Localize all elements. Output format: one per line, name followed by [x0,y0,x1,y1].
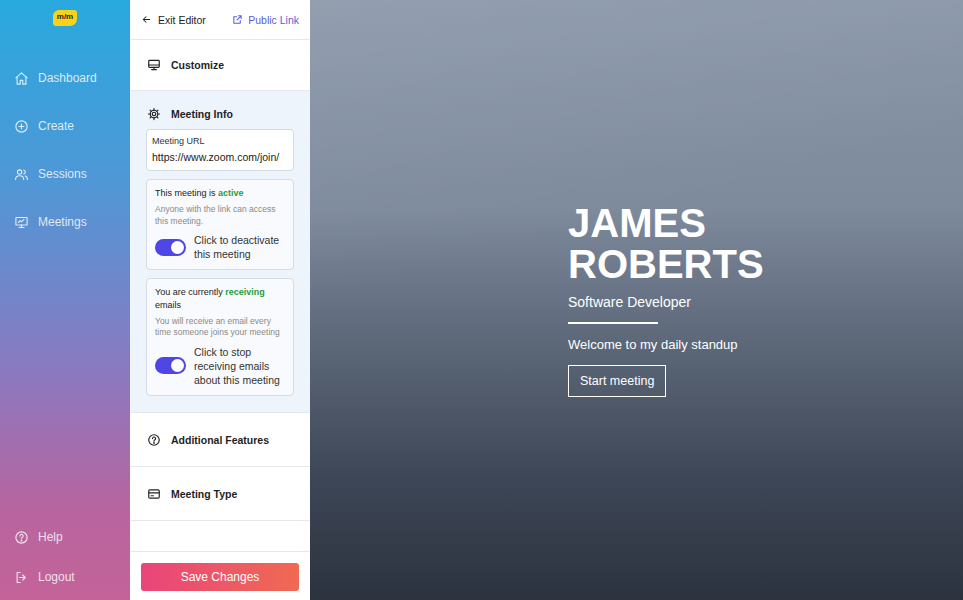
monitor-icon [147,58,161,72]
question-icon [147,433,161,447]
status-prefix: This meeting is [155,188,216,198]
section-header[interactable]: Meeting Info [130,91,310,127]
nav-label: Dashboard [38,71,97,85]
status-suffix: emails [155,300,181,310]
toggle-row: Click to stop receiving emails about thi… [155,345,285,388]
external-link-icon [232,14,243,25]
section-header[interactable]: Customize [130,40,310,90]
status-description: Anyone with the link can access this mee… [155,204,285,227]
host-title: Software Developer [568,294,691,310]
nav-footer: Help Logout [0,517,130,597]
editor-section: Customize [130,40,310,91]
gear-icon [147,107,161,121]
status-word: active [218,188,244,198]
field-value: https://www.zoom.com/join/ [152,151,288,163]
editor-panel: Exit Editor Public Link Customize Meetin… [130,0,310,600]
divider [568,322,658,324]
card-icon [147,487,161,501]
toggle-label: Click to stop receiving emails about thi… [194,345,285,388]
nav-label: Meetings [38,215,87,229]
presentation-icon [14,215,29,230]
help-icon [14,530,29,545]
toggle-knob [171,241,184,254]
editor-topbar: Exit Editor Public Link [130,0,310,40]
status-description: You will receive an email every time som… [155,316,285,339]
section-list: Customize Meeting Info Meeting URL https… [130,40,310,551]
logout-icon [14,570,29,585]
status-line: You are currently receiving emails [155,286,285,310]
section-title: Customize [171,59,224,71]
arrow-left-icon [141,14,152,25]
plus-circle-icon [14,119,29,134]
meeting-preview: JAMES ROBERTS Software Developer Welcome… [310,0,963,600]
nav-item[interactable]: Dashboard [0,54,130,102]
toggle-knob [171,359,184,372]
start-meeting-button[interactable]: Start meeting [568,365,666,397]
nav-footer-item[interactable]: Help [0,517,130,557]
hero: JAMES ROBERTS Software Developer Welcome… [568,203,963,398]
nav-item[interactable]: Meetings [0,198,130,246]
nav-label: Create [38,119,74,133]
users-icon [14,167,29,182]
toggle-card: You are currently receiving emails You w… [146,278,294,396]
public-link-label: Public Link [248,14,299,26]
editor-footer: Save Changes [130,551,310,600]
nav-footer-item[interactable]: Logout [0,557,130,597]
field-label: Meeting URL [152,136,288,146]
nav-label: Sessions [38,167,87,181]
host-name: JAMES ROBERTS [568,203,798,285]
status-line: This meeting is active [155,187,285,199]
nav-label: Help [38,530,63,544]
nav-item[interactable]: Sessions [0,150,130,198]
section-title: Meeting Info [171,108,233,120]
nav-item[interactable]: Create [0,102,130,150]
toggle-switch[interactable] [155,239,186,256]
sidebar: m/m Dashboard Create Sessions Meetings H… [0,0,130,600]
app: m/m Dashboard Create Sessions Meetings H… [0,0,963,600]
editor-section: Meeting Info Meeting URL https://www.zoo… [130,91,310,413]
home-icon [14,71,29,86]
exit-editor-label: Exit Editor [158,14,206,26]
section-header[interactable]: Meeting Type [130,467,310,520]
status-word: receiving [225,287,265,297]
toggle-card: This meeting is active Anyone with the l… [146,179,294,270]
section-body: Meeting URL https://www.zoom.com/join/ T… [130,127,310,412]
nav-list: Dashboard Create Sessions Meetings [0,54,130,246]
save-changes-button[interactable]: Save Changes [141,563,299,591]
section-header[interactable]: Additional Features [130,413,310,466]
section-title: Additional Features [171,434,269,446]
welcome-text: Welcome to my daily standup [568,337,738,352]
toggle-label: Click to deactivate this meeting [194,233,285,261]
toggle-switch[interactable] [155,357,186,374]
editor-section: Meeting Type [130,467,310,521]
status-prefix: You are currently [155,287,223,297]
toggle-row: Click to deactivate this meeting [155,233,285,261]
exit-editor-button[interactable]: Exit Editor [141,14,206,26]
meeting-url-field[interactable]: Meeting URL https://www.zoom.com/join/ [146,129,294,171]
editor-section: Additional Features [130,413,310,467]
section-title: Meeting Type [171,488,237,500]
logo[interactable]: m/m [0,10,130,26]
logo-badge: m/m [53,10,77,26]
nav-label: Logout [38,570,75,584]
public-link[interactable]: Public Link [232,14,299,26]
